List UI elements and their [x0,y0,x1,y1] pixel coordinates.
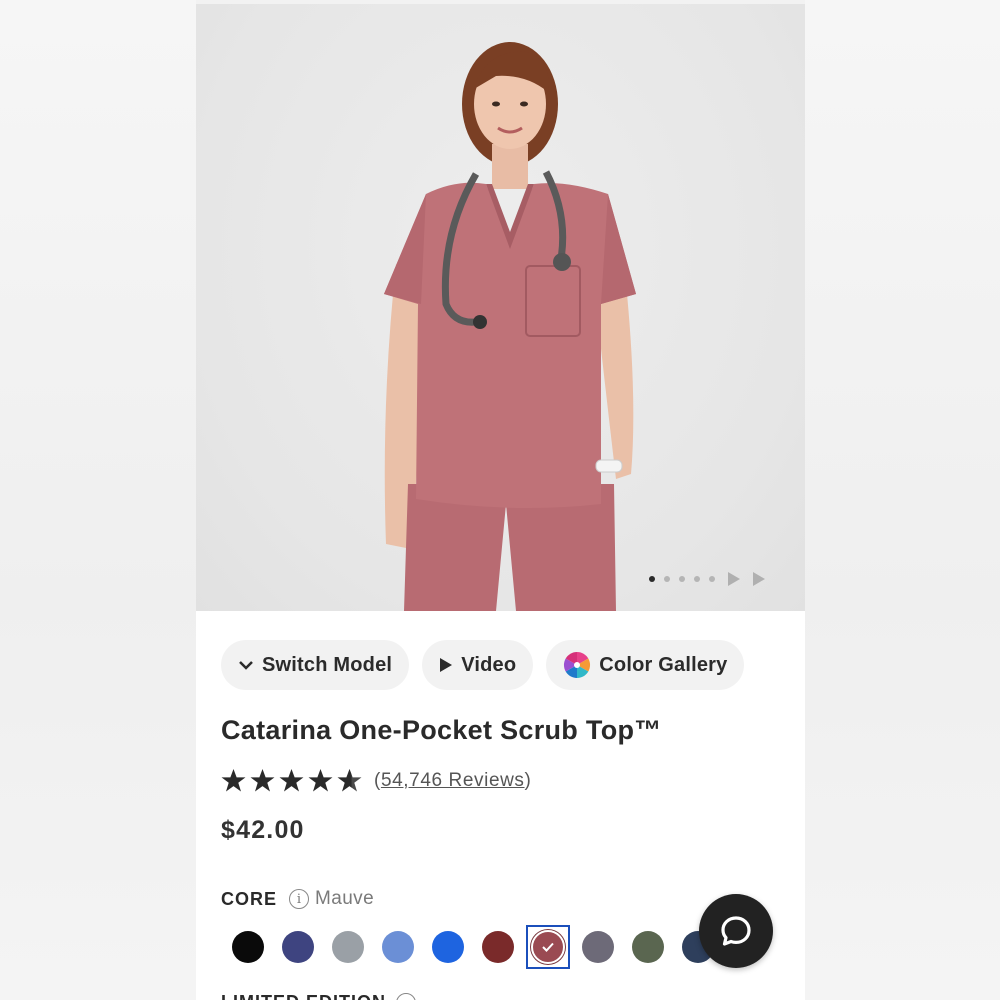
mauve-swatch-option[interactable] [523,925,573,969]
color-wheel-icon [563,651,591,679]
pagination-dot[interactable] [694,576,700,582]
product-actions: Switch Model Video Color Gallery [221,640,745,690]
star-full-icon [308,769,333,792]
video-label: Video [461,653,517,676]
charcoal-swatch-option[interactable] [573,927,623,967]
color-gallery-button[interactable]: Color Gallery [546,640,745,690]
product-image[interactable] [196,4,805,611]
selected-swatch-outline [526,925,570,969]
play-icon [439,657,453,673]
chat-button[interactable] [699,894,773,968]
star-full-icon [279,769,304,792]
product-page: Switch Model Video Color Gallery Catarin… [196,4,805,1000]
pagination-dot[interactable] [709,576,715,582]
navy-swatch[interactable] [282,931,314,963]
play-arrow-icon[interactable] [728,572,740,586]
olive-swatch[interactable] [632,931,664,963]
star-half-icon [337,769,362,792]
selected-color-name: Mauve [315,888,375,909]
mauve-swatch[interactable] [531,930,565,964]
chevron-down-icon [238,659,254,671]
royal-blue-swatch[interactable] [432,931,464,963]
black-swatch-option[interactable] [223,927,273,967]
product-rating: (54,746 Reviews) [221,768,531,793]
product-price: $42.00 [221,816,305,844]
rating-stars [221,768,362,793]
gallery-pagination [649,572,765,586]
pagination-dot[interactable] [664,576,670,582]
limited-edition-label: LIMITED EDITION [221,992,386,1000]
model-illustration [384,42,636,611]
ceil-blue-swatch[interactable] [382,931,414,963]
chat-bubble-icon [721,916,751,946]
color-swatches [223,925,723,969]
color-gallery-label: Color Gallery [599,653,728,676]
pagination-dot[interactable] [649,576,655,582]
pagination-dot[interactable] [679,576,685,582]
burgundy-swatch-option[interactable] [473,927,523,967]
charcoal-swatch[interactable] [582,931,614,963]
video-button[interactable]: Video [422,640,534,690]
black-swatch[interactable] [232,931,264,963]
star-full-icon [221,769,246,792]
royal-blue-swatch-option[interactable] [423,927,473,967]
ceil-blue-swatch-option[interactable] [373,927,423,967]
background-right [805,0,1000,1000]
next-arrow-icon[interactable] [753,572,765,586]
reviews-link[interactable]: 54,746 Reviews [381,770,525,791]
reviews-count[interactable]: (54,746 Reviews) [374,770,531,792]
graphite-swatch-option[interactable] [323,927,373,967]
graphite-swatch[interactable] [332,931,364,963]
switch-model-button[interactable]: Switch Model [221,640,410,690]
check-icon [542,942,554,952]
star-full-icon [250,769,275,792]
info-icon[interactable] [396,993,416,1000]
background-left [0,0,196,1000]
navy-swatch-option[interactable] [273,927,323,967]
product-title: Catarina One-Pocket Scrub Top™ [221,715,662,745]
olive-swatch-option[interactable] [623,927,673,967]
color-section-header: CORE i Mauve [221,888,374,910]
switch-model-label: Switch Model [262,653,393,676]
burgundy-swatch[interactable] [482,931,514,963]
core-label: CORE [221,888,278,909]
info-icon[interactable]: i [289,889,310,909]
